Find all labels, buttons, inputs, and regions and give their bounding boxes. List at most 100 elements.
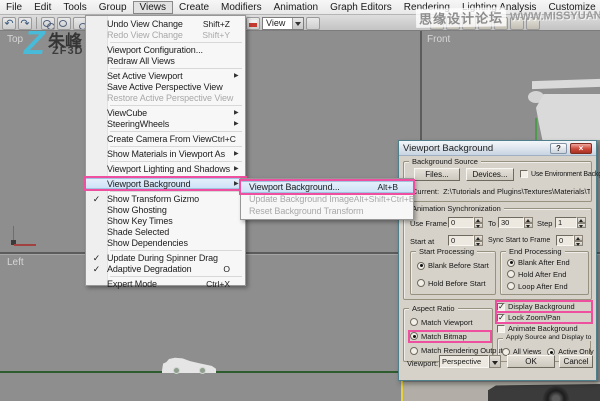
devices-button[interactable]: Devices... bbox=[466, 168, 514, 181]
reference-coordinate-dropdown[interactable]: View bbox=[262, 17, 304, 30]
menu-item-viewport-background[interactable]: Viewport Background▶ bbox=[86, 178, 245, 189]
menubar-item-create[interactable]: Create bbox=[173, 1, 215, 14]
start-processing-option-blank-before-start[interactable]: Blank Before Start bbox=[417, 261, 493, 270]
option-label: Match Viewport bbox=[421, 318, 473, 327]
viewport-label-left: Left bbox=[7, 257, 24, 268]
radio-button[interactable] bbox=[417, 262, 425, 270]
sync-start-field[interactable]: 0 bbox=[556, 235, 574, 246]
zf-logo-code: ZF3D bbox=[52, 45, 84, 57]
radio-button[interactable] bbox=[507, 259, 515, 267]
menu-item-restore-active-perspective-view[interactable]: Restore Active Perspective View bbox=[86, 92, 245, 103]
end-processing-option-loop-after-end[interactable]: Loop After End bbox=[507, 282, 586, 291]
menu-item-label: Save Active Perspective View bbox=[107, 82, 223, 92]
toolbar-separator bbox=[36, 17, 37, 29]
display-option-display-background[interactable]: Display Background bbox=[497, 302, 591, 311]
step-field[interactable]: 1 bbox=[555, 217, 577, 228]
menu-item-steeringwheels[interactable]: SteeringWheels▶ bbox=[86, 118, 245, 129]
checkbox[interactable] bbox=[497, 325, 505, 333]
display-option-lock-zoom-pan[interactable]: Lock Zoom/Pan bbox=[497, 313, 591, 322]
menubar-item-file[interactable]: File bbox=[0, 1, 28, 14]
ok-button[interactable]: OK bbox=[507, 355, 555, 368]
menu-item-label: Redraw All Views bbox=[107, 56, 175, 66]
menu-shortcut: Alt+Shift+Ctrl+B bbox=[354, 194, 419, 204]
menubar-item-edit[interactable]: Edit bbox=[28, 1, 57, 14]
radio-button[interactable] bbox=[507, 282, 515, 290]
dropdown-arrow-icon[interactable] bbox=[292, 18, 303, 29]
undo-icon[interactable]: ↶ bbox=[2, 17, 16, 30]
menu-item-redo-view-change[interactable]: Redo View ChangeShift+Y bbox=[86, 29, 245, 40]
viewport-dropdown-arrow-icon[interactable] bbox=[489, 355, 501, 368]
sync-start-spinner[interactable] bbox=[574, 235, 583, 246]
use-environment-background-option[interactable]: Use Environment Background bbox=[520, 170, 600, 178]
menu-item-save-active-perspective-view[interactable]: Save Active Perspective View bbox=[86, 81, 245, 92]
use-center-icon[interactable] bbox=[306, 17, 320, 30]
menu-item-set-active-viewport[interactable]: Set Active Viewport▶ bbox=[86, 70, 245, 81]
redo-icon[interactable]: ↷ bbox=[18, 17, 32, 30]
menu-item-show-ghosting[interactable]: Show Ghosting bbox=[86, 204, 245, 215]
menu-item-viewport-configuration[interactable]: Viewport Configuration... bbox=[86, 44, 245, 55]
use-environment-checkbox[interactable] bbox=[520, 170, 528, 178]
menubar-item-modifiers[interactable]: Modifiers bbox=[215, 1, 268, 14]
submenu-item-viewport-background[interactable]: Viewport Background...Alt+B bbox=[241, 181, 413, 193]
to-field[interactable]: 30 bbox=[498, 217, 524, 228]
close-button[interactable]: × bbox=[570, 143, 592, 154]
aspect-ratio-option-match-bitmap[interactable]: Match Bitmap bbox=[410, 332, 490, 341]
menubar-item-tools[interactable]: Tools bbox=[57, 1, 92, 14]
to-spinner[interactable] bbox=[524, 217, 533, 228]
to-label: To bbox=[488, 219, 496, 228]
end-processing-option-hold-after-end[interactable]: Hold After End bbox=[507, 270, 586, 279]
menu-item-show-materials-in-viewport-as[interactable]: Show Materials in Viewport As▶ bbox=[86, 148, 245, 159]
crossing-selection-icon[interactable] bbox=[246, 17, 260, 30]
radio-button[interactable] bbox=[507, 270, 515, 278]
aspect-ratio-option-match-viewport[interactable]: Match Viewport bbox=[410, 318, 490, 327]
menu-item-label: Show Key Times bbox=[107, 216, 173, 226]
submenu-arrow-icon: ▶ bbox=[234, 165, 243, 172]
use-frame-spinner[interactable] bbox=[474, 217, 483, 228]
aspect-ratio-group: Aspect Ratio Match ViewportMatch BitmapM… bbox=[403, 308, 493, 362]
unlink-selection-icon[interactable] bbox=[57, 17, 71, 30]
start-processing-option-hold-before-start[interactable]: Hold Before Start bbox=[417, 279, 493, 288]
menu-item-label: Viewport Background bbox=[107, 179, 191, 189]
end-processing-option-blank-after-end[interactable]: Blank After End bbox=[507, 258, 586, 267]
menu-item-create-camera-from-view[interactable]: Create Camera From ViewCtrl+C bbox=[86, 133, 245, 144]
files-button[interactable]: Files... bbox=[414, 168, 460, 181]
select-and-link-icon[interactable] bbox=[41, 17, 55, 30]
start-processing-group: Start Processing Blank Before StartHold … bbox=[410, 251, 496, 295]
menu-item-shade-selected[interactable]: Shade Selected bbox=[86, 226, 245, 237]
menu-item-show-key-times[interactable]: Show Key Times bbox=[86, 215, 245, 226]
checkbox[interactable] bbox=[497, 303, 505, 311]
menu-item-update-during-spinner-drag[interactable]: ✓Update During Spinner Drag bbox=[86, 252, 245, 263]
submenu-item-update-background-image[interactable]: Update Background ImageAlt+Shift+Ctrl+B bbox=[241, 193, 413, 205]
menu-item-label: Expert Mode bbox=[107, 279, 157, 289]
dialog-titlebar[interactable]: Viewport Background ? × bbox=[399, 141, 596, 156]
menu-item-show-transform-gizmo[interactable]: ✓Show Transform Gizmo bbox=[86, 193, 245, 204]
cancel-button[interactable]: Cancel bbox=[559, 355, 593, 368]
submenu-item-reset-background-transform[interactable]: Reset Background Transform bbox=[241, 205, 413, 217]
help-button[interactable]: ? bbox=[550, 143, 567, 154]
menu-item-viewport-lighting-and-shadows[interactable]: Viewport Lighting and Shadows▶ bbox=[86, 163, 245, 174]
radio-button[interactable] bbox=[410, 318, 418, 326]
menu-item-show-dependencies[interactable]: Show Dependencies bbox=[86, 237, 245, 248]
menu-item-adaptive-degradation[interactable]: ✓Adaptive DegradationO bbox=[86, 263, 245, 274]
checkbox[interactable] bbox=[497, 314, 505, 322]
radio-button[interactable] bbox=[417, 279, 425, 287]
aspect-ratio-option-match-rendering-output[interactable]: Match Rendering Output bbox=[410, 346, 490, 355]
current-path-line: Current: Z:\Tutorials and Plugins\Textur… bbox=[412, 187, 590, 196]
menubar-item-animation[interactable]: Animation bbox=[268, 1, 324, 14]
menu-shortcut: Shift+Y bbox=[202, 30, 234, 40]
menu-item-viewcube[interactable]: ViewCube▶ bbox=[86, 107, 245, 118]
menubar-item-views[interactable]: Views bbox=[133, 1, 174, 14]
menu-item-undo-view-change[interactable]: Undo View ChangeShift+Z bbox=[86, 18, 245, 29]
menubar-item-graph-editors[interactable]: Graph Editors bbox=[324, 1, 398, 14]
start-at-spinner[interactable] bbox=[474, 235, 483, 246]
menu-item-redraw-all-views[interactable]: Redraw All Views bbox=[86, 55, 245, 66]
viewport-dropdown[interactable]: Perspective bbox=[439, 355, 501, 368]
radio-button[interactable] bbox=[410, 332, 418, 340]
menu-item-expert-mode[interactable]: Expert ModeCtrl+X bbox=[86, 278, 245, 289]
use-frame-field[interactable]: 0 bbox=[448, 217, 474, 228]
menubar-item-group[interactable]: Group bbox=[93, 1, 133, 14]
step-spinner[interactable] bbox=[577, 217, 586, 228]
radio-button[interactable] bbox=[410, 347, 418, 355]
display-option-animate-background[interactable]: Animate Background bbox=[497, 324, 591, 333]
start-at-field[interactable]: 0 bbox=[448, 235, 474, 246]
